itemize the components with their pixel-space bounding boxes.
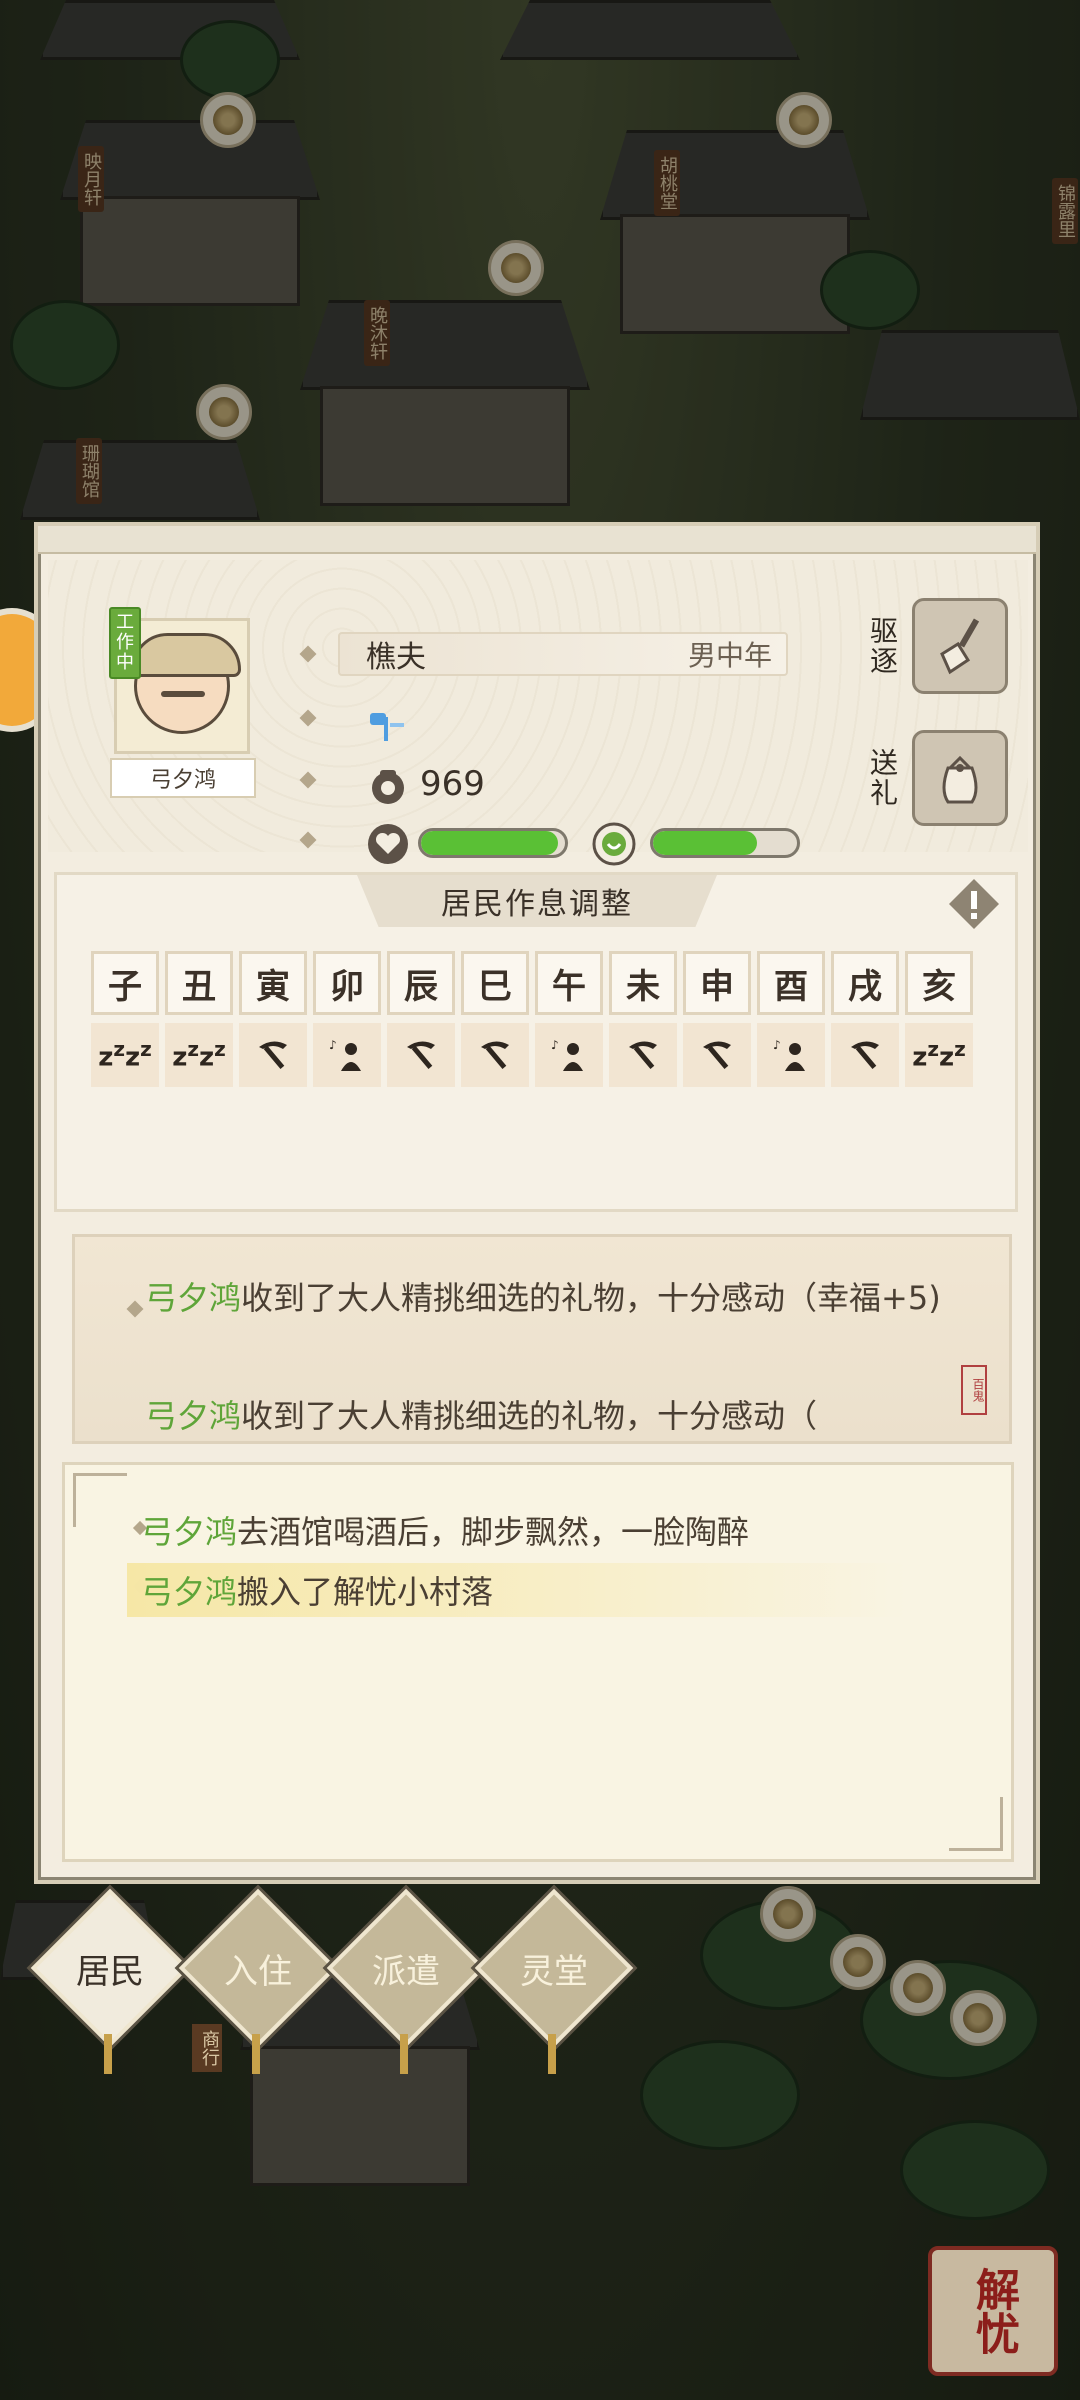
- hour-cell: 卯: [313, 951, 381, 1015]
- game-logo-button[interactable]: 解忧: [928, 2246, 1058, 2376]
- log-entry-text: 收到了大人精挑细选的礼物，十分感动（幸福+5): [241, 1279, 941, 1317]
- sleep-icon[interactable]: zzzz: [905, 1023, 973, 1087]
- shop-sign: 商行: [192, 2024, 222, 2072]
- tab-memorial-hall-label: 灵堂: [520, 1952, 588, 1992]
- pickaxe-icon[interactable]: [609, 1023, 677, 1087]
- activity-row: zzzz zzzz ♪ ♪ ♪ zzzz: [91, 1023, 973, 1087]
- schedule-panel: 居民作息调整 子丑寅卯辰巳午未申酉戌亥 zzzz zzzz ♪ ♪ ♪ zzzz: [54, 872, 1018, 1212]
- tab-dispatch-label: 派遣: [372, 1952, 440, 1992]
- hour-cell: 酉: [757, 951, 825, 1015]
- expel-label: 驱逐: [866, 616, 899, 676]
- hour-row: 子丑寅卯辰巳午未申酉戌亥: [91, 951, 973, 1015]
- happiness-bar: [650, 828, 800, 858]
- hour-cell: 申: [683, 951, 751, 1015]
- gift-bag-icon: [942, 755, 978, 804]
- expel-button[interactable]: 驱逐: [862, 598, 1008, 694]
- gender-age-label: 男中年: [687, 639, 772, 672]
- hour-cell: 亥: [905, 951, 973, 1015]
- log-entry-text: 收到了大人精挑细选的礼物，十分感动（: [241, 1397, 818, 1435]
- music-person-icon[interactable]: ♪: [535, 1023, 603, 1087]
- hour-cell: 子: [91, 951, 159, 1015]
- event-entry-text: 搬入了解忧小村落: [237, 1573, 494, 1611]
- event-entry-name: 弓夕鸿: [141, 1573, 238, 1611]
- resident-panel: 工作中 弓夕鸿 樵夫 男中年 969 驱逐 送礼 居民作息调整 子 丑 寅 卯 …: [34, 522, 1040, 1884]
- event-entry-name: 弓夕鸿: [141, 1513, 238, 1551]
- happiness-icon: [592, 822, 636, 866]
- gift-button[interactable]: 送礼: [862, 730, 1008, 826]
- schedule-title: 居民作息调整: [441, 887, 633, 922]
- seal-stamp: 百鬼: [961, 1365, 987, 1415]
- job-label: 樵夫: [366, 640, 426, 675]
- pickaxe-icon[interactable]: [387, 1023, 455, 1087]
- svg-text:♪: ♪: [551, 1038, 559, 1052]
- tab-move-in-label: 入住: [224, 1952, 292, 1992]
- axe-icon: [370, 713, 404, 741]
- money-value: 969: [420, 764, 485, 804]
- hour-cell: 午: [535, 951, 603, 1015]
- hour-cell: 巳: [461, 951, 529, 1015]
- log-entry-name: 弓夕鸿: [145, 1279, 242, 1317]
- tab-residents-label: 居民: [76, 1952, 144, 1992]
- event-entry: 弓夕鸿搬入了解忧小村落: [127, 1563, 907, 1617]
- pickaxe-icon[interactable]: [831, 1023, 899, 1087]
- logo-text: 解忧: [968, 2267, 1019, 2355]
- hour-cell: 戌: [831, 951, 899, 1015]
- resident-name: 弓夕鸿: [110, 758, 256, 798]
- music-person-icon[interactable]: ♪: [313, 1023, 381, 1087]
- job-bar: 樵夫 男中年: [338, 632, 788, 676]
- status-badge: 工作中: [109, 607, 141, 679]
- health-bar: [418, 828, 568, 858]
- hour-cell: 丑: [165, 951, 233, 1015]
- resident-avatar[interactable]: 工作中 弓夕鸿: [109, 607, 256, 798]
- hour-cell: 未: [609, 951, 677, 1015]
- hour-cell: 辰: [387, 951, 455, 1015]
- event-log: 弓夕鸿去酒馆喝酒后，脚步飘然，一脸陶醉 弓夕鸿搬入了解忧小村落: [62, 1462, 1014, 1862]
- pickaxe-icon[interactable]: [683, 1023, 751, 1087]
- avatar[interactable]: 工作中: [109, 607, 250, 754]
- sleep-icon[interactable]: zzzz: [91, 1023, 159, 1087]
- log-entry: 弓夕鸿收到了大人精挑细选的礼物，十分感动（: [145, 1397, 965, 1435]
- music-person-icon[interactable]: ♪: [757, 1023, 825, 1087]
- log-entry-name: 弓夕鸿: [145, 1397, 242, 1435]
- log-entry: 弓夕鸿收到了大人精挑细选的礼物，十分感动（幸福+5): [145, 1279, 965, 1317]
- woodcutter-portrait: [131, 633, 241, 734]
- sleep-icon[interactable]: zzzz: [165, 1023, 233, 1087]
- money-bag-icon: [372, 770, 404, 804]
- gift-label: 送礼: [866, 748, 899, 808]
- broom-icon: [940, 618, 980, 675]
- hour-cell: 寅: [239, 951, 307, 1015]
- pickaxe-icon[interactable]: [461, 1023, 529, 1087]
- heart-icon: [368, 824, 408, 864]
- resident-header: 工作中 弓夕鸿 樵夫 男中年 969 驱逐 送礼: [48, 560, 1028, 866]
- pickaxe-icon[interactable]: [239, 1023, 307, 1087]
- svg-text:♪: ♪: [329, 1038, 337, 1052]
- gift-log: 弓夕鸿收到了大人精挑细选的礼物，十分感动（幸福+5) 弓夕鸿收到了大人精挑细选的…: [72, 1234, 1012, 1444]
- event-entry-text: 去酒馆喝酒后，脚步飘然，一脸陶醉: [237, 1513, 750, 1551]
- svg-text:♪: ♪: [773, 1038, 781, 1052]
- warning-icon[interactable]: [947, 877, 1001, 931]
- event-entry: 弓夕鸿去酒馆喝酒后，脚步飘然，一脸陶醉: [141, 1507, 749, 1553]
